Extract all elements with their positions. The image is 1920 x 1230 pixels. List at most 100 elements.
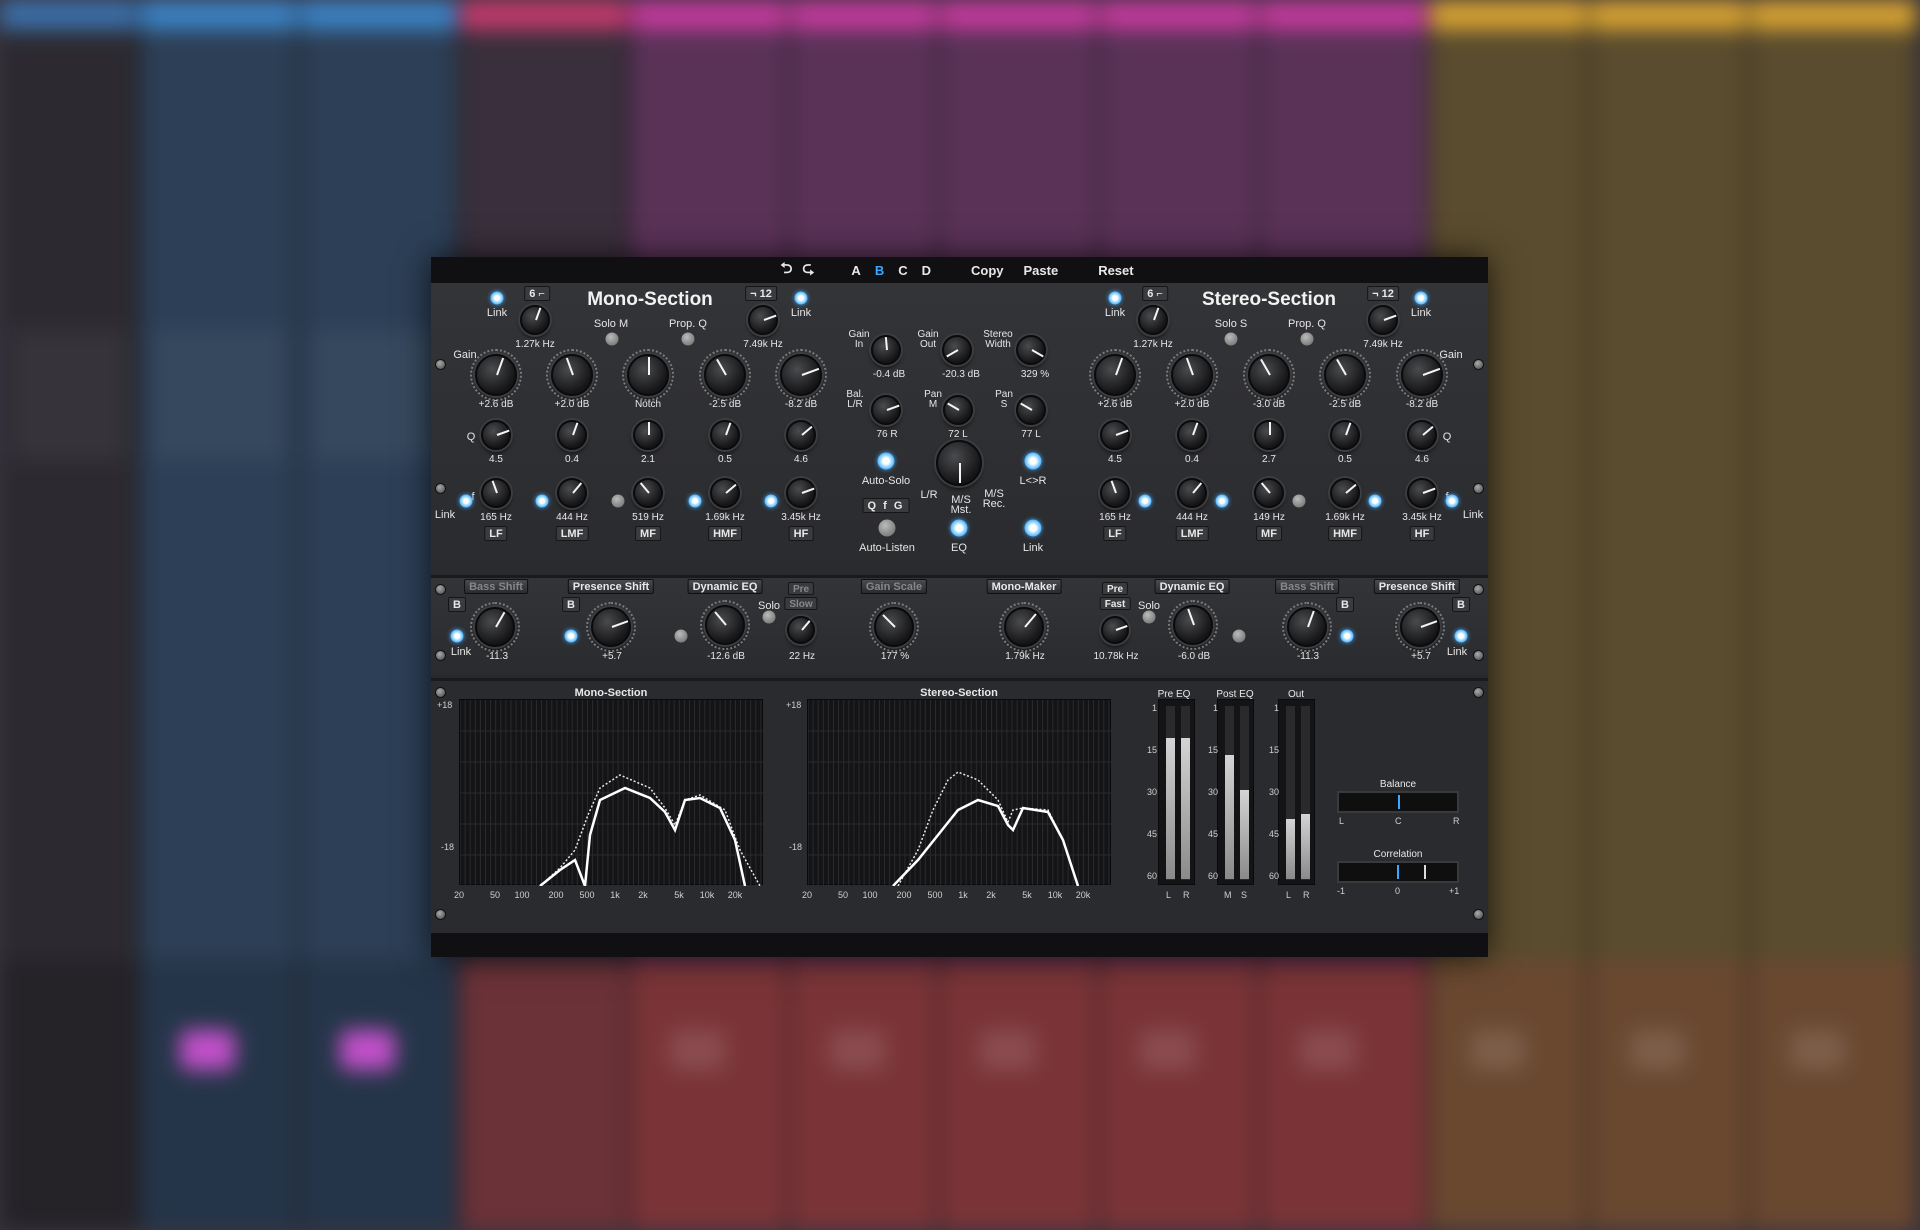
mono-dynamic-eq-knob[interactable] [700, 600, 750, 650]
stereo-band-enable-led-1[interactable] [1215, 494, 1229, 508]
pan-m-knob[interactable] [943, 395, 973, 425]
preset-slot-b[interactable]: B [875, 263, 884, 278]
mono-band-enable-led-0[interactable] [459, 494, 473, 508]
mono-dynamic-eq-button[interactable]: Dynamic EQ [687, 579, 763, 594]
reset-button[interactable]: Reset [1098, 263, 1133, 278]
stereo-hp-slope-button[interactable]: 6 ⌐ [1142, 286, 1168, 301]
mono-band-button-3[interactable]: HMF [708, 526, 742, 541]
stereo-dynamic-eq-button[interactable]: Dynamic EQ [1154, 579, 1230, 594]
mono-freq-knob-0[interactable] [481, 478, 511, 508]
mono-dyn-pre-button[interactable]: Pre [787, 582, 815, 595]
mono-hp-slope-button[interactable]: 6 ⌐ [524, 286, 550, 301]
mono-dyn-enable-button[interactable] [674, 629, 688, 643]
mono-dyn-slow-button[interactable]: Slow [784, 597, 818, 610]
mono-lp-slope-button[interactable]: ¬ 12 [745, 286, 777, 301]
mono-presence-b-button[interactable]: B [562, 597, 580, 612]
gain-in-knob[interactable] [871, 335, 901, 365]
stereo-q-knob-2[interactable] [1254, 420, 1284, 450]
stereo-q-knob-0[interactable] [1100, 420, 1130, 450]
preset-slot-c[interactable]: C [898, 263, 907, 278]
stereo-presence-link-led[interactable] [1454, 629, 1468, 643]
mono-band-button-1[interactable]: LMF [555, 526, 589, 541]
stereo-band-enable-led-3[interactable] [1368, 494, 1382, 508]
channel-mode-knob[interactable] [936, 440, 982, 486]
stereo-bass-shift-knob[interactable] [1282, 602, 1332, 652]
mono-presence-shift-knob[interactable] [586, 602, 636, 652]
center-link-button[interactable] [1024, 519, 1042, 537]
solo-m-button[interactable] [605, 332, 619, 346]
stereo-dyn-solo-button[interactable] [1142, 610, 1156, 624]
stereo-dyn-fast-button[interactable]: Fast [1099, 597, 1131, 610]
mono-maker-knob[interactable] [999, 602, 1049, 652]
mono-lp-freq-knob[interactable] [748, 305, 778, 335]
mono-band-enable-led-2[interactable] [611, 494, 625, 508]
mono-lp-link-led[interactable] [794, 291, 808, 305]
eq-enable-button[interactable] [950, 519, 968, 537]
stereo-dyn-freq-knob[interactable] [1101, 616, 1129, 644]
mono-q-knob-1[interactable] [557, 420, 587, 450]
mono-dyn-solo-button[interactable] [762, 610, 776, 624]
preset-slot-a[interactable]: A [851, 263, 860, 278]
stereo-band-enable-led-4[interactable] [1445, 494, 1459, 508]
solo-s-button[interactable] [1224, 332, 1238, 346]
stereo-freq-knob-2[interactable] [1254, 478, 1284, 508]
stereo-freq-knob-4[interactable] [1407, 478, 1437, 508]
mono-gain-knob-0[interactable] [470, 349, 522, 401]
stereo-band-button-3[interactable]: HMF [1328, 526, 1362, 541]
stereo-presence-b-button[interactable]: B [1452, 597, 1470, 612]
mono-prop-q-button[interactable] [681, 332, 695, 346]
stereo-bass-b-button[interactable]: B [1336, 597, 1354, 612]
stereo-hp-link-led[interactable] [1108, 291, 1122, 305]
mono-bass-link-led[interactable] [450, 629, 464, 643]
mono-q-knob-4[interactable] [786, 420, 816, 450]
stereo-dynamic-eq-knob[interactable] [1168, 600, 1218, 650]
stereo-freq-knob-3[interactable] [1330, 478, 1360, 508]
undo-icon[interactable]: ⮌ [780, 258, 792, 283]
preset-slot-d[interactable]: D [922, 263, 931, 278]
stereo-band-enable-led-0[interactable] [1138, 494, 1152, 508]
stereo-freq-knob-1[interactable] [1177, 478, 1207, 508]
qfg-selector[interactable]: Q f G [862, 498, 910, 513]
auto-listen-button[interactable] [878, 519, 896, 537]
copy-button[interactable]: Copy [971, 263, 1004, 278]
stereo-dyn-pre-button[interactable]: Pre [1101, 582, 1129, 595]
stereo-width-knob[interactable] [1016, 335, 1046, 365]
stereo-presence-shift-button[interactable]: Presence Shift [1373, 579, 1461, 594]
stereo-gain-knob-0[interactable] [1089, 349, 1141, 401]
mono-q-knob-3[interactable] [710, 420, 740, 450]
stereo-lp-link-led[interactable] [1414, 291, 1428, 305]
mono-bass-b-button[interactable]: B [448, 597, 466, 612]
mono-eq-curve-graph[interactable] [459, 699, 764, 887]
balance-knob[interactable] [871, 395, 901, 425]
mono-presence-shift-button[interactable]: Presence Shift [567, 579, 655, 594]
stereo-gain-knob-1[interactable] [1166, 349, 1218, 401]
stereo-gain-knob-3[interactable] [1319, 349, 1371, 401]
mono-presence-link-led[interactable] [564, 629, 578, 643]
stereo-band-enable-led-2[interactable] [1292, 494, 1306, 508]
stereo-q-knob-4[interactable] [1407, 420, 1437, 450]
mono-q-knob-0[interactable] [481, 420, 511, 450]
stereo-hp-freq-knob[interactable] [1138, 305, 1168, 335]
stereo-eq-curve-graph[interactable] [807, 699, 1112, 887]
stereo-bass-shift-button[interactable]: Bass Shift [1275, 579, 1339, 594]
mono-gain-knob-1[interactable] [546, 349, 598, 401]
mono-maker-button[interactable]: Mono-Maker [986, 579, 1062, 594]
mono-hp-freq-knob[interactable] [520, 305, 550, 335]
stereo-band-button-0[interactable]: LF [1103, 526, 1127, 541]
stereo-q-knob-1[interactable] [1177, 420, 1207, 450]
mono-bass-shift-button[interactable]: Bass Shift [464, 579, 528, 594]
stereo-q-knob-3[interactable] [1330, 420, 1360, 450]
auto-solo-button[interactable] [877, 452, 895, 470]
stereo-band-button-4[interactable]: HF [1409, 526, 1435, 541]
mono-dyn-freq-knob[interactable] [787, 616, 815, 644]
stereo-band-button-1[interactable]: LMF [1175, 526, 1209, 541]
mono-band-enable-led-1[interactable] [535, 494, 549, 508]
lr-swap-button[interactable] [1024, 452, 1042, 470]
gain-scale-button[interactable]: Gain Scale [860, 579, 928, 594]
stereo-dyn-enable-button[interactable] [1232, 629, 1246, 643]
gain-out-knob[interactable] [942, 335, 972, 365]
stereo-freq-knob-0[interactable] [1100, 478, 1130, 508]
stereo-lp-freq-knob[interactable] [1368, 305, 1398, 335]
mono-freq-knob-2[interactable] [633, 478, 663, 508]
stereo-prop-q-button[interactable] [1300, 332, 1314, 346]
